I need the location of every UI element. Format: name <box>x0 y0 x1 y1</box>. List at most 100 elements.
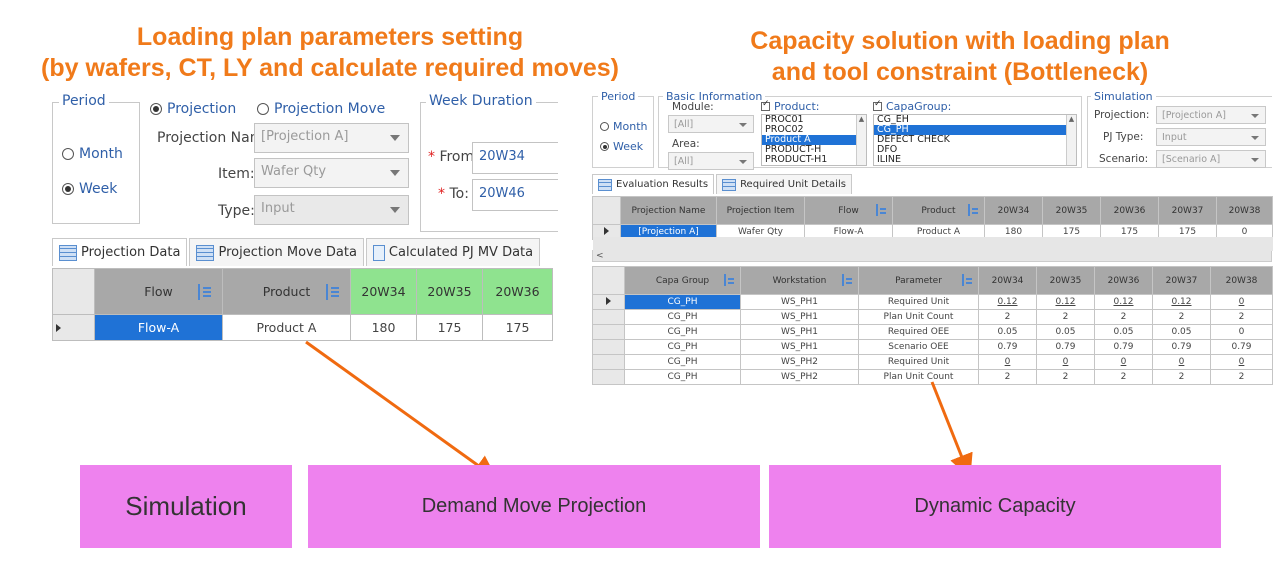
table-cell[interactable]: 2 <box>1210 309 1273 325</box>
projection-select-right[interactable]: [Projection A] <box>1156 106 1266 124</box>
table-cell[interactable]: 0 <box>1210 294 1273 310</box>
table-cell[interactable]: 0 <box>1152 354 1211 370</box>
tab-evaluation-results[interactable]: Evaluation Results <box>592 174 715 194</box>
table-cell[interactable]: 0.05 <box>978 324 1037 340</box>
column-header-flow[interactable]: Flow <box>94 268 223 315</box>
column-header-20w38[interactable]: 20W38 <box>1216 196 1273 225</box>
table-cell[interactable]: WS_PH1 <box>740 339 859 355</box>
table-cell[interactable]: 2 <box>1152 309 1211 325</box>
capagroup-checkbox[interactable]: CapaGroup: <box>873 99 951 113</box>
month-radio[interactable]: Month <box>62 146 123 162</box>
sort-icon[interactable] <box>962 274 972 286</box>
scrollbar[interactable]: ▲ <box>1066 115 1076 165</box>
to-week-input[interactable]: 20W46 <box>472 179 558 211</box>
tab-projection-move-data[interactable]: Projection Move Data <box>189 238 364 266</box>
table-cell[interactable]: Plan Unit Count <box>858 369 979 385</box>
scrollbar[interactable]: ▲ <box>856 115 866 165</box>
column-header-20w36[interactable]: 20W36 <box>1100 196 1159 225</box>
column-header-20w36[interactable]: 20W36 <box>1094 266 1153 295</box>
column-header-20w35[interactable]: 20W35 <box>1036 266 1095 295</box>
sort-icon[interactable] <box>198 284 212 300</box>
table-row[interactable]: CG_PH WS_PH1 Plan Unit Count 2 2 2 2 2 <box>592 309 1273 325</box>
column-header-projection-item[interactable]: Projection Item <box>716 196 805 225</box>
cell-20w36[interactable]: 175 <box>482 314 553 341</box>
row-selector[interactable] <box>592 369 625 385</box>
column-header-20w35[interactable]: 20W35 <box>1042 196 1101 225</box>
list-item[interactable]: PRODUCT-H1 <box>762 155 866 165</box>
table-cell[interactable]: WS_PH1 <box>740 294 859 310</box>
sort-icon[interactable] <box>876 204 886 216</box>
column-header-product[interactable]: Product <box>892 196 985 225</box>
table-cell[interactable]: WS_PH1 <box>740 324 859 340</box>
table-cell[interactable]: 0 <box>1210 324 1273 340</box>
scroll-up-icon[interactable]: ▲ <box>859 115 864 123</box>
tab-projection-data[interactable]: Projection Data <box>52 238 188 266</box>
table-cell[interactable]: 2 <box>978 309 1037 325</box>
column-header-flow[interactable]: Flow <box>804 196 893 225</box>
table-row[interactable]: Flow-A Product A 180 175 175 <box>52 314 553 341</box>
product-listbox[interactable]: PROC01 PROC02 Product A PRODUCT-H PRODUC… <box>761 114 867 166</box>
sort-icon[interactable] <box>968 204 978 216</box>
table-cell[interactable]: 0.79 <box>1210 339 1273 355</box>
table-cell[interactable]: CG_PH <box>624 339 741 355</box>
row-selector[interactable] <box>592 294 625 310</box>
table-cell[interactable]: 2 <box>1036 309 1095 325</box>
cell-flow[interactable]: Flow-A <box>94 314 223 341</box>
product-checkbox[interactable]: Product: <box>761 99 819 113</box>
table-cell[interactable]: CG_PH <box>624 324 741 340</box>
column-header-20w38[interactable]: 20W38 <box>1210 266 1273 295</box>
month-radio-right[interactable]: Month <box>600 120 647 133</box>
table-cell[interactable]: WS_PH2 <box>740 354 859 370</box>
sort-icon[interactable] <box>842 274 852 286</box>
table-cell[interactable]: 0 <box>1036 354 1095 370</box>
cell-20w34[interactable]: 180 <box>350 314 417 341</box>
table-cell[interactable]: 2 <box>1036 369 1095 385</box>
area-select[interactable]: [All] <box>668 152 754 170</box>
table-row[interactable]: CG_PH WS_PH2 Plan Unit Count 2 2 2 2 2 <box>592 369 1273 385</box>
table-cell[interactable]: CG_PH <box>624 354 741 370</box>
table-cell[interactable]: CG_PH <box>624 369 741 385</box>
table-cell[interactable]: WS_PH1 <box>740 309 859 325</box>
row-selector[interactable] <box>592 354 625 370</box>
week-radio-right[interactable]: Week <box>600 140 643 153</box>
column-header-capa-group[interactable]: Capa Group <box>624 266 741 295</box>
projection-name-select[interactable]: [Projection A] <box>254 123 409 153</box>
table-cell[interactable]: Required Unit <box>858 354 979 370</box>
column-header-workstation[interactable]: Workstation <box>740 266 859 295</box>
row-selector[interactable] <box>52 314 95 341</box>
capagroup-listbox[interactable]: CG_EH CG_PH DEFECT CHECK DFO ILINE ▲ <box>873 114 1077 166</box>
table-cell[interactable]: CG_PH <box>624 309 741 325</box>
row-selector[interactable] <box>592 339 625 355</box>
table-cell[interactable]: 0 <box>978 354 1037 370</box>
table-cell[interactable]: WS_PH2 <box>740 369 859 385</box>
table-cell[interactable]: Scenario OEE <box>858 339 979 355</box>
cell-product[interactable]: Product A <box>222 314 351 341</box>
table-row[interactable]: CG_PH WS_PH1 Required OEE 0.05 0.05 0.05… <box>592 324 1273 340</box>
column-header-20w37[interactable]: 20W37 <box>1158 196 1217 225</box>
from-week-input[interactable]: 20W34 <box>472 142 558 174</box>
table-cell[interactable]: 0.79 <box>978 339 1037 355</box>
row-selector[interactable] <box>592 309 625 325</box>
table-cell[interactable]: 2 <box>1094 369 1153 385</box>
projection-radio[interactable]: Projection <box>150 101 236 117</box>
scenario-select[interactable]: [Scenario A] <box>1156 150 1266 168</box>
pj-type-select[interactable]: Input <box>1156 128 1266 146</box>
table-row[interactable]: CG_PH WS_PH2 Required Unit 0 0 0 0 0 <box>592 354 1273 370</box>
table-cell[interactable]: 2 <box>1094 309 1153 325</box>
table-cell[interactable]: CG_PH <box>624 294 741 310</box>
column-header-parameter[interactable]: Parameter <box>858 266 979 295</box>
horizontal-scrollbar[interactable]: < <box>592 237 1273 262</box>
table-cell[interactable]: 0.05 <box>1036 324 1095 340</box>
row-selector[interactable] <box>592 324 625 340</box>
table-cell[interactable]: Required OEE <box>858 324 979 340</box>
column-header-product[interactable]: Product <box>222 268 351 315</box>
column-header-20w36[interactable]: 20W36 <box>482 268 553 315</box>
column-header-projection-name[interactable]: Projection Name <box>620 196 717 225</box>
list-item[interactable]: ILINE <box>874 155 1076 165</box>
module-select[interactable]: [All] <box>668 115 754 133</box>
list-item[interactable]: DFO <box>874 145 1076 155</box>
column-header-20w34[interactable]: 20W34 <box>984 196 1043 225</box>
column-header-20w35[interactable]: 20W35 <box>416 268 483 315</box>
table-cell[interactable]: 2 <box>1152 369 1211 385</box>
table-cell[interactable]: 0.79 <box>1036 339 1095 355</box>
